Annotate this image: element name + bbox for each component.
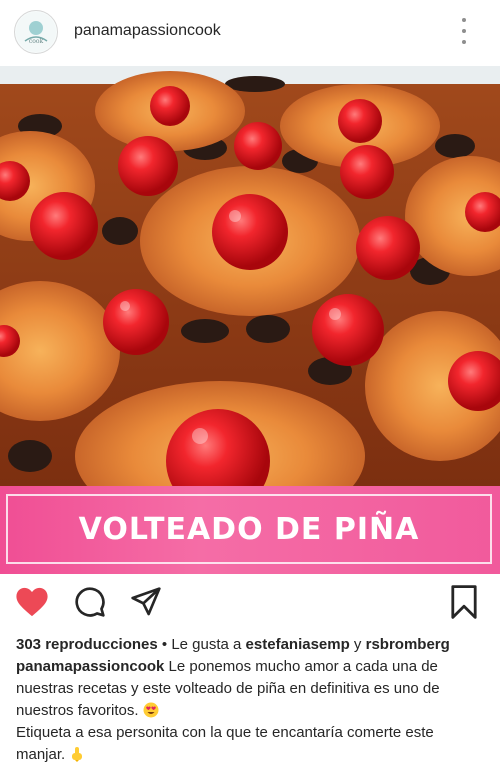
pineapple-cake-image [0,66,500,486]
likes-prefix: • Le gusta a [157,636,246,653]
post-header: cook panamapassioncook [0,0,500,66]
svg-text:cook: cook [29,38,44,45]
views-count[interactable]: 303 reproducciones [16,636,158,653]
heart-eyes-emoji-icon [143,702,159,718]
liker-link[interactable]: rsbromberg [366,636,450,653]
share-icon[interactable] [128,584,164,620]
bookmark-icon[interactable] [446,584,482,620]
caption-body: panamapassioncook Le ponemos mucho amor … [16,656,486,722]
heart-icon[interactable] [14,584,50,620]
banner-title: VOLTEADO DE PIÑA [78,511,420,547]
caption-body-2: Etiqueta a esa personita con la que te e… [16,722,486,766]
title-banner: VOLTEADO DE PIÑA [0,486,500,574]
pointing-down-emoji-icon [72,747,83,762]
post-caption: 303 reproducciones • Le gusta a estefani… [16,634,486,766]
action-bar [0,578,500,626]
likes-line: 303 reproducciones • Le gusta a estefani… [16,634,486,656]
comment-icon[interactable] [72,584,108,620]
username-link[interactable]: panamapassioncook [74,22,221,40]
caption-username[interactable]: panamapassioncook [16,658,164,675]
liker-link[interactable]: estefaniasemp [246,636,350,653]
more-icon[interactable] [456,18,472,44]
likes-and: y [349,636,366,653]
avatar[interactable]: cook [14,10,58,54]
